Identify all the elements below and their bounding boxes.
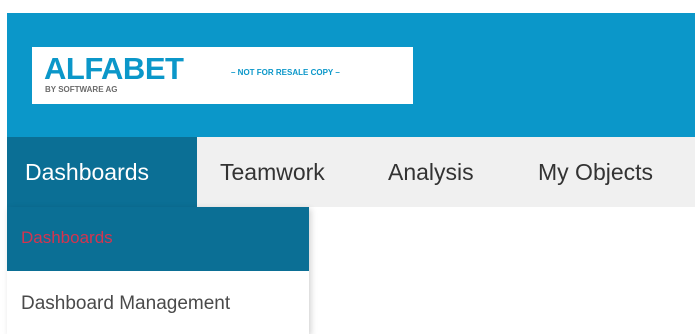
- app-window: ALFABET BY SOFTWARE AG – NOT FOR RESALE …: [0, 0, 695, 334]
- nav-item-label: Dashboards: [25, 159, 150, 185]
- dashboards-dropdown-menu: Dashboards Dashboard Management: [7, 207, 309, 334]
- logo-subtitle: BY SOFTWARE AG: [45, 85, 118, 94]
- alfabet-logo[interactable]: ALFABET BY SOFTWARE AG – NOT FOR RESALE …: [32, 47, 413, 104]
- logo-title: ALFABET: [44, 51, 184, 86]
- logo-tagline: – NOT FOR RESALE COPY –: [231, 68, 340, 77]
- nav-item-label: Teamwork: [220, 159, 325, 185]
- menu-item-dashboard-management[interactable]: Dashboard Management: [21, 291, 230, 317]
- nav-item-teamwork[interactable]: Teamwork: [220, 137, 325, 207]
- nav-item-my-objects[interactable]: My Objects: [538, 137, 653, 207]
- nav-item-label: Analysis: [388, 159, 474, 185]
- app-header: ALFABET BY SOFTWARE AG – NOT FOR RESALE …: [7, 13, 695, 137]
- nav-item-analysis[interactable]: Analysis: [388, 137, 474, 207]
- dropdown-header[interactable]: Dashboards: [7, 207, 309, 271]
- main-nav: Dashboards Teamwork Analysis My Objects: [7, 137, 695, 207]
- nav-item-dashboards[interactable]: Dashboards: [7, 137, 197, 207]
- nav-item-label: My Objects: [538, 159, 654, 185]
- dropdown-header-label: Dashboards: [21, 228, 113, 247]
